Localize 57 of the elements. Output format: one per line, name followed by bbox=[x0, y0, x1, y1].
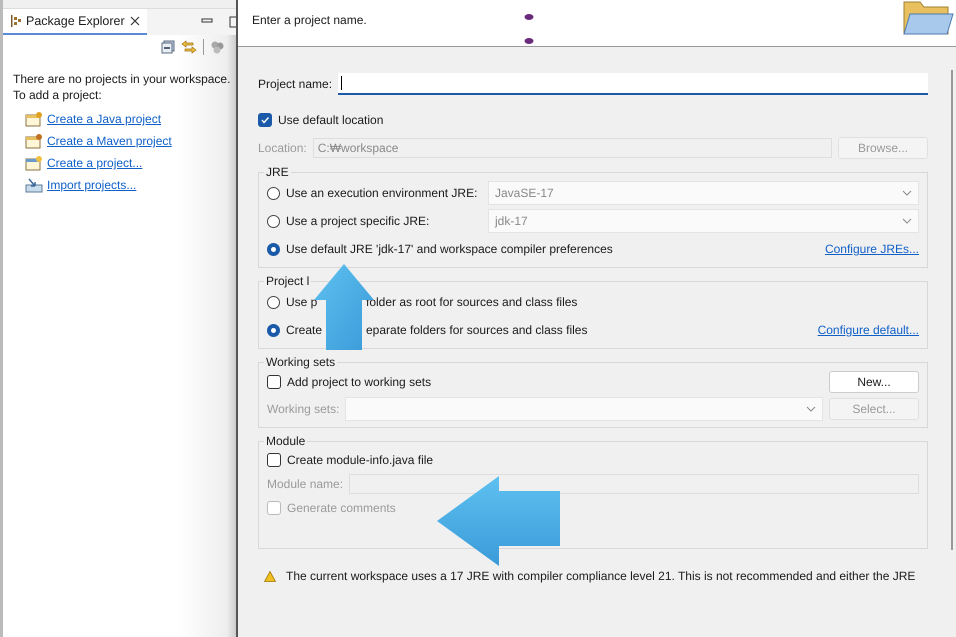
radio-label: Use a project specific JRE: bbox=[286, 214, 430, 228]
field-label: Working sets: bbox=[267, 402, 340, 416]
checkbox[interactable] bbox=[258, 113, 272, 127]
checkbox-label: Create module-info.java file bbox=[287, 453, 434, 467]
field-label: Location: bbox=[258, 141, 307, 155]
link[interactable]: Create a project... bbox=[47, 156, 142, 170]
link[interactable]: Import projects... bbox=[47, 178, 136, 192]
project-name-field[interactable] bbox=[338, 73, 928, 95]
project-wizard-icon bbox=[25, 177, 43, 193]
chevron-down-icon bbox=[902, 218, 912, 224]
group-label: Project l bbox=[265, 274, 310, 288]
description-text: Enter a project name. bbox=[252, 13, 367, 27]
project-wizard-icon bbox=[25, 155, 43, 171]
info-text: To add a project: bbox=[13, 87, 103, 103]
project-wizard-icon bbox=[25, 111, 43, 127]
module-name-field[interactable] bbox=[349, 474, 919, 494]
radio-label: Use default JRE 'jdk-17' and workspace compiler preferences bbox=[286, 242, 613, 256]
radio-label: eparate folders for sources and class files bbox=[366, 323, 588, 337]
view-tab[interactable]: Package Explorer bbox=[3, 9, 147, 35]
jre-dropdown[interactable]: jdk-17 bbox=[488, 209, 919, 233]
minimize-maximize-icon[interactable] bbox=[200, 16, 236, 28]
warning-text: The current workspace uses a 17 JRE with compiler compliance level 21. This is not recommended and either the JRE bbox=[286, 569, 916, 583]
radio-button[interactable] bbox=[267, 186, 280, 200]
radio-label: Use p bbox=[286, 295, 318, 309]
folder-icon bbox=[902, 0, 954, 36]
info-text: There are no projects in your workspace. bbox=[13, 71, 228, 87]
configure-link[interactable]: Configure default... bbox=[818, 323, 919, 337]
radio-button[interactable] bbox=[267, 296, 280, 308]
close-icon[interactable] bbox=[130, 16, 140, 26]
group-label: Module bbox=[265, 434, 306, 448]
checkbox-label: Use default location bbox=[278, 113, 384, 127]
field-label: Project name: bbox=[258, 77, 332, 91]
scrollbar[interactable] bbox=[951, 70, 953, 550]
radio-button[interactable] bbox=[267, 242, 280, 256]
checkmark-icon bbox=[260, 115, 270, 125]
group-label: JRE bbox=[265, 165, 290, 179]
configure-link[interactable]: Configure JREs... bbox=[824, 242, 919, 256]
cursor-marks-icon bbox=[524, 13, 534, 45]
link-arrows-icon[interactable] bbox=[181, 40, 197, 54]
warning-icon bbox=[264, 570, 276, 582]
package-icon bbox=[10, 15, 21, 27]
radio-button[interactable] bbox=[267, 324, 280, 336]
radio-button[interactable] bbox=[267, 214, 280, 228]
link[interactable]: Create a Maven project bbox=[47, 134, 172, 148]
collapse-all-icon[interactable] bbox=[161, 40, 175, 54]
radio-label: Create bbox=[286, 323, 324, 337]
field-label: Module name: bbox=[267, 477, 344, 491]
checkbox-label: Generate comments bbox=[287, 501, 396, 515]
filter-icon[interactable] bbox=[210, 40, 224, 54]
radio-label: Use an execution environment JRE: bbox=[286, 186, 478, 200]
link[interactable]: Create a Java project bbox=[47, 112, 162, 126]
group-label: Working sets bbox=[265, 355, 336, 369]
chevron-down-icon bbox=[902, 190, 912, 196]
project-wizard-icon bbox=[25, 133, 43, 149]
jre-dropdown[interactable]: JavaSE-17 bbox=[488, 181, 919, 205]
checkbox-label: Add project to working sets bbox=[287, 375, 432, 389]
chevron-down-icon bbox=[806, 406, 816, 412]
